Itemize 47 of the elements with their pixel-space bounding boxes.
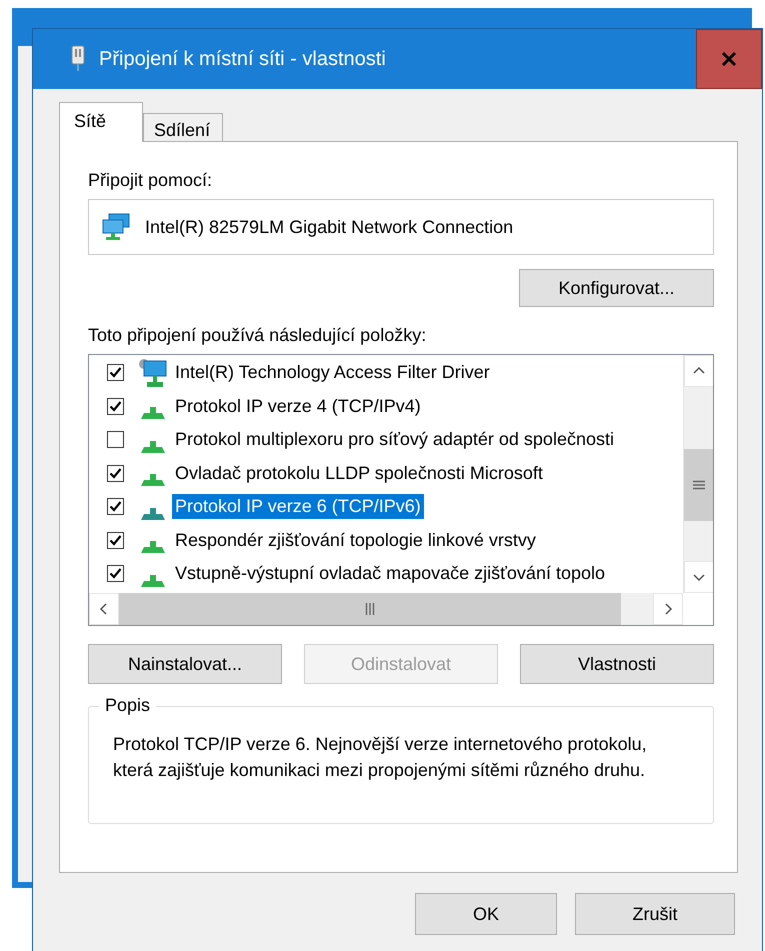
vertical-scrollbar[interactable] — [683, 355, 713, 593]
list-item[interactable]: Vstupně-výstupní ovladač mapovače zjišťování topolo — [172, 561, 608, 586]
checkbox[interactable] — [107, 532, 124, 549]
tab[interactable]: Sítě — [59, 102, 144, 142]
close-button[interactable] — [696, 29, 762, 89]
network-icon — [141, 474, 165, 486]
list-item[interactable]: Protokol IP verze 4 (TCP/IPv4) — [172, 394, 424, 419]
field-label: Připojit pomocí: — [88, 170, 214, 191]
tab[interactable]: Sdílení — [143, 113, 224, 141]
list-label: Toto připojení používá následující položky: — [88, 325, 428, 346]
plug-icon — [71, 45, 85, 73]
description-text: Protokol TCP/IP verze 6. Nejnovější verze internetového protokolu, která zajišťuje komunikaci mezi propojenými sítěmi různého druhu. — [113, 733, 648, 782]
check-icon — [109, 500, 122, 514]
adapter-field: Intel(R) 82579LM Gigabit Network Connection — [88, 199, 714, 255]
network-icon — [141, 541, 165, 554]
checkbox[interactable] — [107, 364, 124, 382]
check-icon — [109, 366, 122, 380]
checkbox[interactable] — [107, 565, 124, 582]
ok-button[interactable]: OK — [415, 893, 557, 935]
horizontal-scrollbar[interactable] — [89, 593, 683, 625]
group-title: Popis — [99, 695, 156, 716]
check-icon — [109, 400, 122, 413]
check-icon — [109, 534, 122, 547]
grip-icon — [692, 480, 704, 490]
network-icon — [141, 574, 165, 587]
action-button[interactable]: Vlastnosti — [520, 644, 714, 684]
check-icon — [109, 567, 122, 580]
checkbox[interactable] — [107, 431, 124, 448]
list-item[interactable]: Protokol IP verze 6 (TCP/IPv6) — [172, 494, 424, 520]
grip-icon — [365, 603, 375, 615]
checkbox[interactable] — [107, 498, 124, 516]
list-item[interactable]: Ovladač protokolu LLDP společnosti Microsoft — [172, 460, 546, 486]
list-item[interactable]: Respondér zjišťování topologie linkové vrstvy — [172, 528, 539, 553]
list-item[interactable]: Protokol multiplexoru pro síťový adaptér od společnosti — [172, 427, 617, 452]
cancel-button[interactable]: Zrušit — [575, 893, 735, 935]
checkbox[interactable] — [107, 464, 124, 482]
network-icon — [141, 440, 165, 453]
checkbox[interactable] — [107, 398, 124, 415]
check-icon — [109, 466, 122, 480]
network-icon — [141, 407, 165, 420]
window-title: Připojení k místní síti - vlastnosti — [99, 48, 387, 70]
monitor-icon — [138, 358, 168, 388]
list-item[interactable]: Intel(R) Technology Access Filter Driver — [172, 360, 493, 386]
network-icon — [141, 508, 165, 520]
action-button[interactable]: Nainstalovat... — [88, 644, 282, 684]
close-icon — [721, 51, 737, 67]
configure-button[interactable]: Konfigurovat... — [519, 269, 714, 307]
